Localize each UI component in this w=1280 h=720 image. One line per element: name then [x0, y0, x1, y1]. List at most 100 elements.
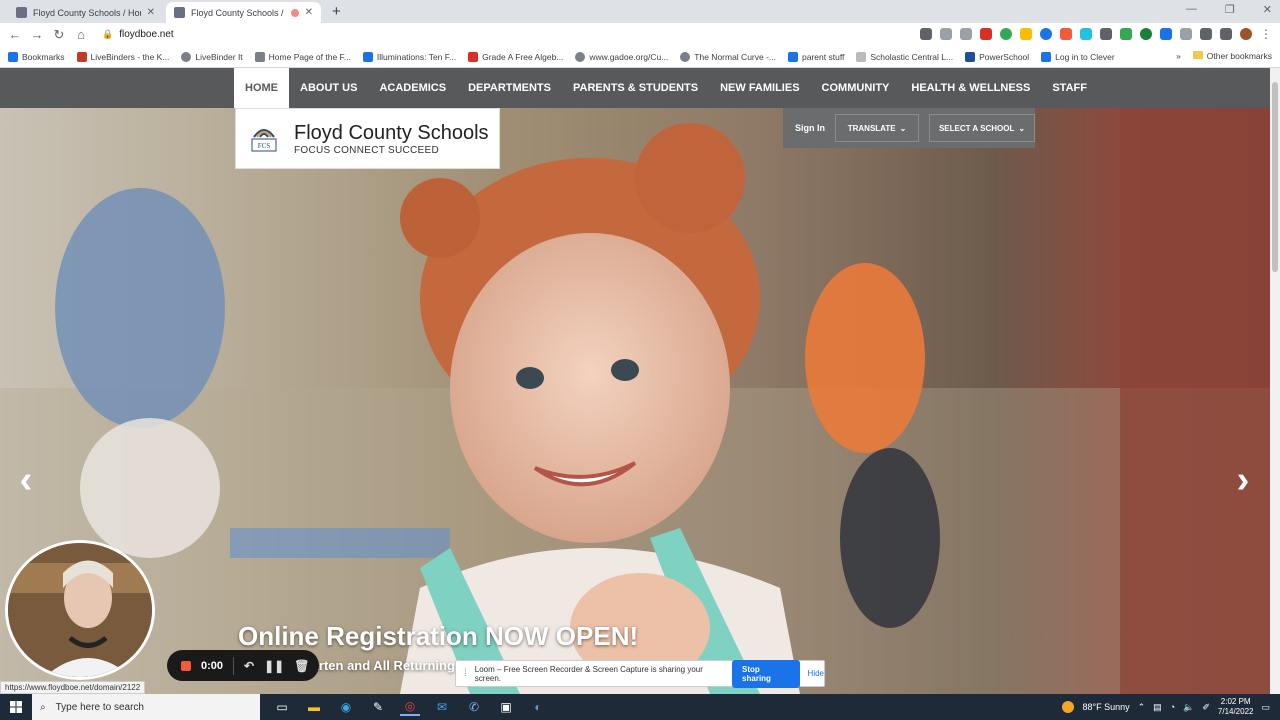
bookmark-item[interactable]: Bookmarks [8, 51, 65, 62]
webex-icon[interactable]: ◐ [528, 698, 548, 716]
close-window-icon[interactable]: ✕ [1263, 3, 1272, 16]
hero-slideshow[interactable]: ‹ › Online Registration NOW OPEN! For Ki… [0, 108, 1270, 694]
menu-kebab-icon[interactable]: ⋮ [1260, 27, 1272, 41]
bookmark-item[interactable]: The Normal Curve -... [680, 51, 776, 62]
search-icon: ⌕ [40, 701, 46, 713]
notifications-icon[interactable]: ▭ [1261, 702, 1270, 713]
bookmark-item[interactable]: Scholastic Central L... [856, 51, 953, 62]
nav-new-families[interactable]: NEW FAMILIES [709, 68, 810, 108]
scrollbar-thumb[interactable] [1272, 82, 1278, 272]
stop-sharing-button[interactable]: Stop sharing [732, 659, 800, 688]
clock[interactable]: 2:02 PM 7/14/2022 [1218, 697, 1254, 717]
bookmark-item[interactable]: Log in to Clever [1041, 51, 1115, 62]
bookmark-item[interactable]: PowerSchool [965, 51, 1029, 62]
bookmark-item[interactable]: Home Page of the F... [254, 51, 351, 62]
nav-about-us[interactable]: ABOUT US [289, 68, 368, 108]
hero-headline[interactable]: Online Registration NOW OPEN! [238, 621, 638, 652]
close-tab-icon[interactable]: ✕ [147, 7, 155, 18]
chrome-icon[interactable]: ◎ [400, 698, 420, 716]
mail-icon[interactable]: ✉ [432, 698, 452, 716]
nav-health-wellness[interactable]: HEALTH & WELLNESS [900, 68, 1041, 108]
page-scrollbar[interactable] [1270, 68, 1280, 694]
drag-handle-icon[interactable]: ⁞ [464, 668, 467, 679]
close-tab-icon[interactable]: ✕ [305, 7, 313, 18]
phone-icon[interactable]: ✆ [464, 698, 484, 716]
side-panel-icon[interactable] [1220, 28, 1232, 40]
grammarly-extension-icon[interactable] [1000, 28, 1012, 40]
extension-icon[interactable] [1120, 28, 1132, 40]
bookmark-item[interactable]: Grade A Free Algeb... [468, 51, 563, 62]
share-icon[interactable] [940, 28, 952, 40]
translate-dropdown[interactable]: TRANSLATE ⌄ [835, 114, 919, 142]
bookmark-item[interactable]: www.gadoe.org/Cu... [575, 51, 669, 62]
weather-text[interactable]: 88°F Sunny [1082, 702, 1129, 712]
reload-icon[interactable]: ↻ [48, 27, 70, 43]
bookmark-item[interactable]: Illuminations: Ten F... [362, 51, 456, 62]
restore-icon[interactable]: ❐ [1225, 3, 1235, 16]
bookmark-item[interactable]: LiveBinder It [181, 51, 243, 62]
select-school-dropdown[interactable]: SELECT A SCHOOL ⌄ [929, 114, 1035, 142]
nav-community[interactable]: COMMUNITY [811, 68, 901, 108]
chevron-up-icon[interactable]: ⌃ [1138, 702, 1146, 713]
browser-tab-active[interactable]: Floyd County Schools / Hom ✕ [166, 2, 321, 23]
extension-icon[interactable] [1080, 28, 1092, 40]
extension-icon[interactable] [1140, 28, 1152, 40]
star-icon[interactable] [960, 28, 972, 40]
extension-icon[interactable] [1040, 28, 1052, 40]
file-explorer-icon[interactable]: ▬ [304, 698, 324, 716]
volume-icon[interactable]: 🔈 [1183, 702, 1194, 713]
drive-extension-icon[interactable] [1020, 28, 1032, 40]
tab-title: Floyd County Schools / Homepa [33, 7, 141, 18]
task-view-icon[interactable]: ▭ [272, 698, 292, 716]
chevron-right-icon[interactable]: » [1176, 51, 1181, 61]
trash-icon[interactable]: 🗑 [294, 659, 309, 673]
hide-button[interactable]: Hide [808, 669, 824, 678]
site-logo[interactable]: FCS Floyd County Schools FOCUS CONNECT S… [235, 108, 500, 169]
slideshow-prev-arrow-icon[interactable]: ‹ [6, 460, 46, 500]
windows-start-icon[interactable] [0, 694, 32, 720]
back-icon[interactable]: ← [4, 27, 26, 42]
weather-sun-icon [1062, 701, 1075, 713]
globe-icon [680, 51, 691, 62]
nav-parents-students[interactable]: PARENTS & STUDENTS [562, 68, 709, 108]
network-icon[interactable]: ▤ [1153, 702, 1162, 713]
nav-academics[interactable]: ACADEMICS [368, 68, 457, 108]
forward-icon[interactable]: → [26, 27, 48, 42]
pause-icon[interactable]: ❚❚ [264, 659, 284, 673]
address-bar[interactable]: floydboe.net [119, 29, 174, 40]
extension-icon[interactable] [1100, 28, 1112, 40]
webcam-video [8, 543, 152, 677]
clever-icon [1041, 51, 1052, 62]
webcam-bubble[interactable] [5, 540, 155, 680]
taskbar-search[interactable]: ⌕ Type here to search [32, 694, 260, 720]
home-icon[interactable]: ⌂ [70, 27, 92, 42]
edge-icon[interactable]: ◉ [336, 698, 356, 716]
other-bookmarks[interactable]: Other bookmarks [1192, 51, 1272, 61]
stop-recording-icon[interactable] [181, 660, 191, 671]
nav-departments[interactable]: DEPARTMENTS [457, 68, 562, 108]
extension-icon[interactable] [1160, 28, 1172, 40]
pen-icon[interactable]: ✐ [1202, 702, 1210, 713]
nav-home[interactable]: HOME [234, 68, 289, 108]
bookmark-item[interactable]: parent stuff [788, 51, 844, 62]
utility-bar: Sign In TRANSLATE ⌄ SELECT A SCHOOL ⌄ [783, 108, 1035, 148]
minimize-icon[interactable]: — [1186, 3, 1197, 16]
slideshow-next-arrow-icon[interactable]: › [1223, 460, 1263, 500]
new-tab-icon[interactable]: + [332, 3, 341, 20]
bookmark-item[interactable]: LiveBinders - the K... [76, 51, 169, 62]
nav-staff[interactable]: STAFF [1041, 68, 1098, 108]
app-icon[interactable]: ✎ [368, 698, 388, 716]
wifi-icon[interactable]: ◔ [1170, 702, 1175, 712]
browser-tab[interactable]: Floyd County Schools / Homepa ✕ [8, 2, 163, 23]
extensions-puzzle-icon[interactable] [1180, 28, 1192, 40]
profile-avatar[interactable] [1240, 28, 1252, 40]
sign-in-link[interactable]: Sign In [795, 123, 825, 133]
lock-icon[interactable]: 🔒 [102, 29, 113, 40]
camera-app-icon[interactable]: ▣ [496, 698, 516, 716]
restart-icon[interactable]: ↶ [244, 659, 254, 673]
loom-extension-icon[interactable] [1060, 28, 1072, 40]
camera-icon[interactable] [920, 28, 932, 40]
bookmark-label: www.gadoe.org/Cu... [589, 51, 669, 62]
reading-list-icon[interactable] [1200, 28, 1212, 40]
gmail-extension-icon[interactable] [980, 28, 992, 40]
